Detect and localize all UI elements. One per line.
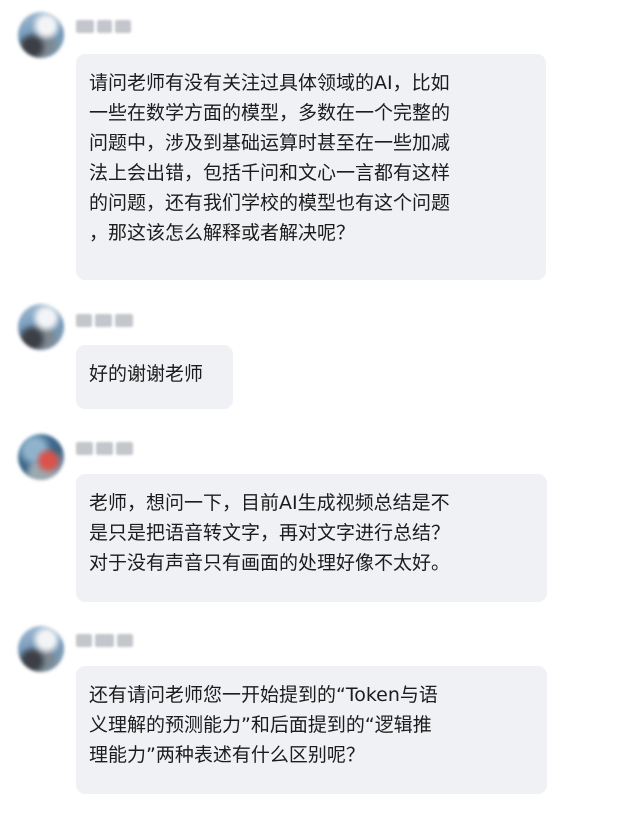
sender-name-blurred: [76, 630, 134, 650]
avatar[interactable]: [18, 626, 64, 672]
sender-name-blurred: [76, 16, 134, 36]
message-bubble[interactable]: 还有请问老师您一开始提到的“Token与语 义理解的预测能力”和后面提到的“逻辑…: [76, 666, 547, 794]
message-bubble[interactable]: 好的谢谢老师: [76, 345, 233, 409]
avatar[interactable]: [18, 304, 64, 350]
sender-name-blurred: [76, 310, 134, 330]
message-bubble[interactable]: 老师，想问一下，目前AI生成视频总结是不 是只是把语音转文字，再对文字进行总结？…: [76, 474, 547, 602]
avatar[interactable]: [18, 434, 64, 480]
message-bubble[interactable]: 请问老师有没有关注过具体领域的AI，比如 一些在数学方面的模型，多数在一个完整的…: [76, 54, 546, 280]
sender-name-blurred: [76, 438, 134, 458]
avatar[interactable]: [18, 12, 64, 58]
